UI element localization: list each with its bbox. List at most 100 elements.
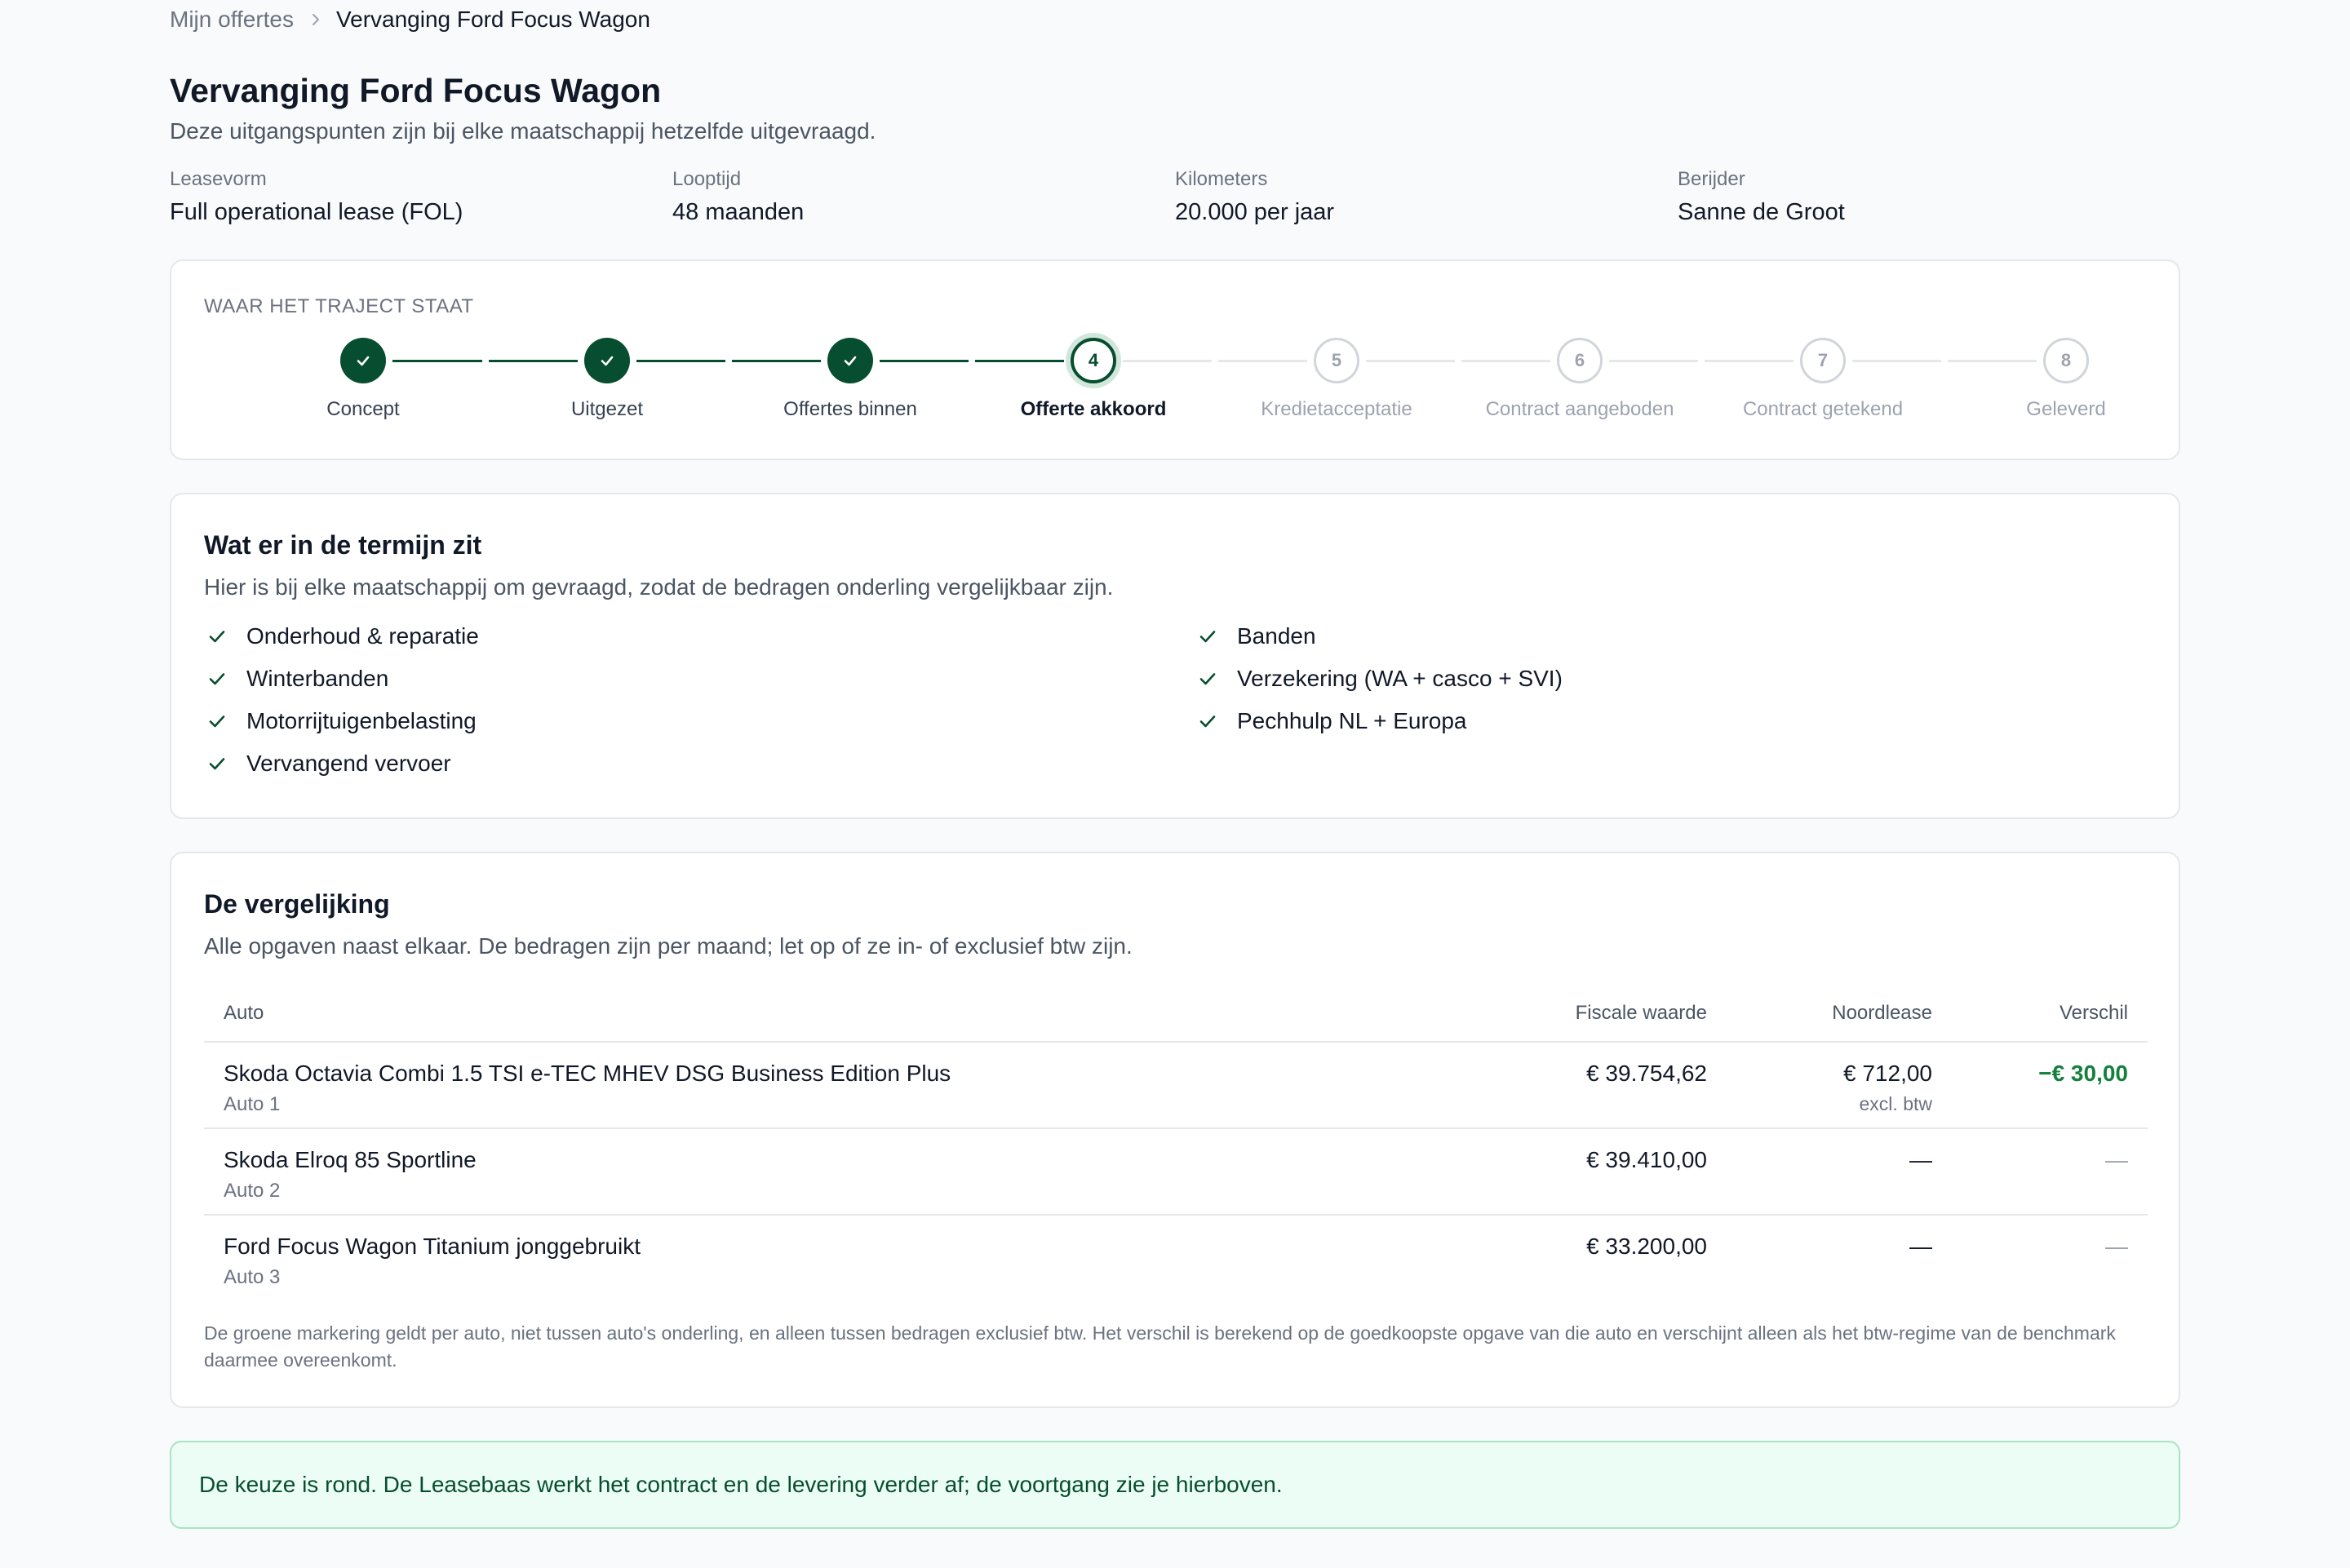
step-number: 5 xyxy=(1314,338,1359,383)
difference-value: — xyxy=(2105,1147,2128,1172)
check-icon xyxy=(1198,669,1217,689)
breadcrumb-current: Vervanging Ford Focus Wagon xyxy=(336,7,650,32)
table-row: Skoda Elroq 85 Sportline Auto 2 € 39.410… xyxy=(204,1129,2148,1216)
include-item: Vervangend vervoer xyxy=(207,751,479,777)
car-cell: Ford Focus Wagon Titanium jonggebruikt A… xyxy=(204,1234,1412,1302)
vat-note: excl. btw xyxy=(1859,1093,1932,1114)
step-label: Contract getekend xyxy=(1742,398,1904,420)
step-geleverd: 8 Geleverd xyxy=(1944,338,2188,421)
column-header-difference: Verschil xyxy=(2059,1002,2128,1024)
includes-list-left: Onderhoud & reparatie Winterbanden Motor… xyxy=(207,623,479,777)
car-cell: Skoda Elroq 85 Sportline Auto 2 xyxy=(204,1147,1412,1214)
check-icon xyxy=(207,627,227,646)
step-label: Uitgezet xyxy=(570,398,644,420)
noordlease-amount: — xyxy=(1909,1234,1932,1259)
param-label: Kilometers xyxy=(1175,168,1268,190)
step-concept: Concept xyxy=(242,338,485,421)
page: Mijn offertes Vervanging Ford Focus Wago… xyxy=(0,0,2350,1568)
include-item: Pechhulp NL + Europa xyxy=(1198,708,1563,734)
car-index: Auto 2 xyxy=(224,1180,281,1202)
param-label: Leasevorm xyxy=(170,168,267,190)
comparison-card: De vergelijking Alle opgaven naast elkaa… xyxy=(170,852,2180,1408)
fiscal-value: € 39.754,62 xyxy=(1586,1061,1707,1086)
quote-parameters: Leasevorm Full operational lease (FOL) L… xyxy=(170,168,2180,226)
check-icon xyxy=(1198,711,1217,731)
step-label: Concept xyxy=(326,398,400,420)
param-value: 20.000 per jaar xyxy=(1175,199,1335,225)
step-label: Kredietacceptatie xyxy=(1261,398,1412,420)
comparison-footnote: De groene markering geldt per auto, niet… xyxy=(204,1322,2116,1371)
difference-value: — xyxy=(2105,1234,2128,1259)
check-icon xyxy=(207,669,227,689)
step-label: Offerte akkoord xyxy=(1020,398,1167,420)
car-name: Ford Focus Wagon Titanium jonggebruikt xyxy=(224,1234,641,1259)
include-item: Motorrijtuigenbelasting xyxy=(207,708,479,734)
progress-stepper: Concept Uitgezet Offertes binnen 4 Offer… xyxy=(171,338,2179,436)
breadcrumb: Mijn offertes Vervanging Ford Focus Wago… xyxy=(170,7,650,33)
step-offerte-akkoord: 4 Offerte akkoord xyxy=(972,338,1215,421)
step-label: Geleverd xyxy=(2026,398,2106,420)
chevron-right-icon xyxy=(308,12,323,27)
breadcrumb-parent-link[interactable]: Mijn offertes xyxy=(170,7,294,33)
check-icon xyxy=(340,338,386,383)
noordlease-cell: — xyxy=(1707,1234,1932,1302)
column-header-fiscal-value: Fiscale waarde xyxy=(1575,1002,1707,1024)
step-number: 6 xyxy=(1557,338,1603,383)
param-value: Sanne de Groot xyxy=(1678,199,1845,225)
param-label: Looptijd xyxy=(672,168,742,190)
step-label: Contract aangeboden xyxy=(1485,398,1674,420)
include-item: Banden xyxy=(1198,623,1563,649)
column-header-auto: Auto xyxy=(224,1002,264,1024)
param-kilometers: Kilometers 20.000 per jaar xyxy=(1175,168,1678,226)
table-header: Auto Fiscale waarde Noordlease Verschil xyxy=(204,986,2148,1043)
progress-card: WAAR HET TRAJECT STAAT Concept Uitgezet … xyxy=(170,259,2180,460)
noordlease-cell: € 712,00 excl. btw xyxy=(1707,1061,1932,1127)
step-number: 7 xyxy=(1800,338,1846,383)
car-index: Auto 1 xyxy=(224,1093,281,1115)
noordlease-cell: — xyxy=(1707,1147,1932,1214)
step-number: 4 xyxy=(1071,338,1116,383)
car-cell: Skoda Octavia Combi 1.5 TSI e-TEC MHEV D… xyxy=(204,1061,1412,1127)
noordlease-amount: € 712,00 xyxy=(1843,1061,1932,1086)
includes-title: Wat er in de termijn zit xyxy=(204,530,482,560)
check-icon xyxy=(207,711,227,731)
include-label: Onderhoud & reparatie xyxy=(246,623,479,649)
check-icon xyxy=(827,338,873,383)
column-header-noordlease: Noordlease xyxy=(1832,1002,1932,1024)
car-name: Skoda Elroq 85 Sportline xyxy=(224,1147,477,1172)
check-icon xyxy=(584,338,630,383)
include-label: Pechhulp NL + Europa xyxy=(1237,708,1467,733)
include-item: Verzekering (WA + casco + SVI) xyxy=(1198,666,1563,692)
step-uitgezet: Uitgezet xyxy=(486,338,729,421)
include-label: Motorrijtuigenbelasting xyxy=(246,708,477,733)
param-value: 48 maanden xyxy=(672,199,805,225)
include-label: Verzekering (WA + casco + SVI) xyxy=(1237,666,1563,691)
comparison-table: Auto Fiscale waarde Noordlease Verschil … xyxy=(204,986,2148,1302)
include-label: Vervangend vervoer xyxy=(246,751,451,776)
car-name: Skoda Octavia Combi 1.5 TSI e-TEC MHEV D… xyxy=(224,1061,951,1086)
step-label: Offertes binnen xyxy=(783,398,917,420)
param-label: Berijder xyxy=(1678,168,1745,190)
page-subtitle: Deze uitgangspunten zijn bij elke maatsc… xyxy=(170,118,876,144)
check-icon xyxy=(1198,627,1217,646)
include-label: Winterbanden xyxy=(246,666,389,691)
includes-subtitle: Hier is bij elke maatschappij om gevraag… xyxy=(204,574,1114,600)
table-row: Skoda Octavia Combi 1.5 TSI e-TEC MHEV D… xyxy=(204,1043,2148,1129)
difference-value: −€ 30,00 xyxy=(2038,1061,2128,1086)
status-banner: De keuze is rond. De Leasebaas werkt het… xyxy=(170,1441,2180,1529)
comparison-title: De vergelijking xyxy=(204,889,390,919)
includes-list-right: Banden Verzekering (WA + casco + SVI) Pe… xyxy=(1198,623,1563,734)
car-index: Auto 3 xyxy=(224,1266,281,1288)
step-contract-aangeboden: 6 Contract aangeboden xyxy=(1458,338,1701,421)
fiscal-value: € 39.410,00 xyxy=(1586,1147,1707,1172)
progress-title: WAAR HET TRAJECT STAAT xyxy=(204,295,474,317)
table-row: Ford Focus Wagon Titanium jonggebruikt A… xyxy=(204,1216,2148,1302)
include-item: Onderhoud & reparatie xyxy=(207,623,479,649)
page-title: Vervanging Ford Focus Wagon xyxy=(170,72,662,109)
step-offertes-binnen: Offertes binnen xyxy=(729,338,972,421)
param-value: Full operational lease (FOL) xyxy=(170,199,463,225)
include-item: Winterbanden xyxy=(207,666,479,692)
include-label: Banden xyxy=(1237,623,1316,649)
includes-card: Wat er in de termijn zit Hier is bij elk… xyxy=(170,493,2180,819)
step-kredietacceptatie: 5 Kredietacceptatie xyxy=(1215,338,1458,421)
